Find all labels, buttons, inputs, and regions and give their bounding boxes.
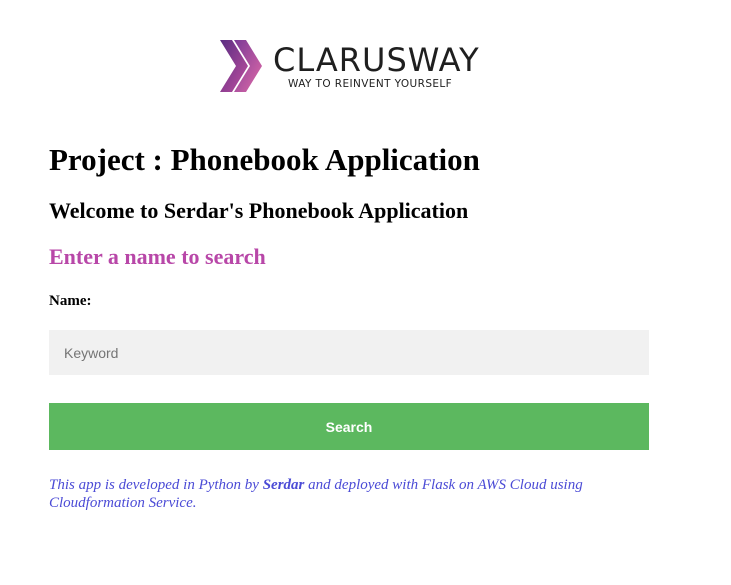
- keyword-input[interactable]: [49, 330, 649, 375]
- footer-author: Serdar: [262, 477, 305, 493]
- main-content: Project : Phonebook Application Welcome …: [49, 140, 649, 512]
- logo-tagline: WAY TO REINVENT YOURSELF: [288, 78, 453, 90]
- clarusway-logo: CLARUSWAY WAY TO REINVENT YOURSELF: [218, 38, 488, 94]
- search-button[interactable]: Search: [49, 403, 649, 450]
- logo-brand-text: CLARUSWAY: [273, 41, 480, 79]
- double-chevron-logo-icon: [220, 40, 262, 92]
- footer-note: This app is developed in Python by Serda…: [49, 476, 649, 512]
- welcome-heading: Welcome to Serdar's Phonebook Applicatio…: [49, 198, 469, 223]
- search-form: Name: Search: [49, 292, 649, 450]
- footer-text-before: This app is developed in Python by: [49, 477, 263, 493]
- search-prompt-heading: Enter a name to search: [49, 244, 266, 269]
- page-title: Project : Phonebook Application: [49, 142, 480, 177]
- name-label: Name:: [49, 293, 92, 309]
